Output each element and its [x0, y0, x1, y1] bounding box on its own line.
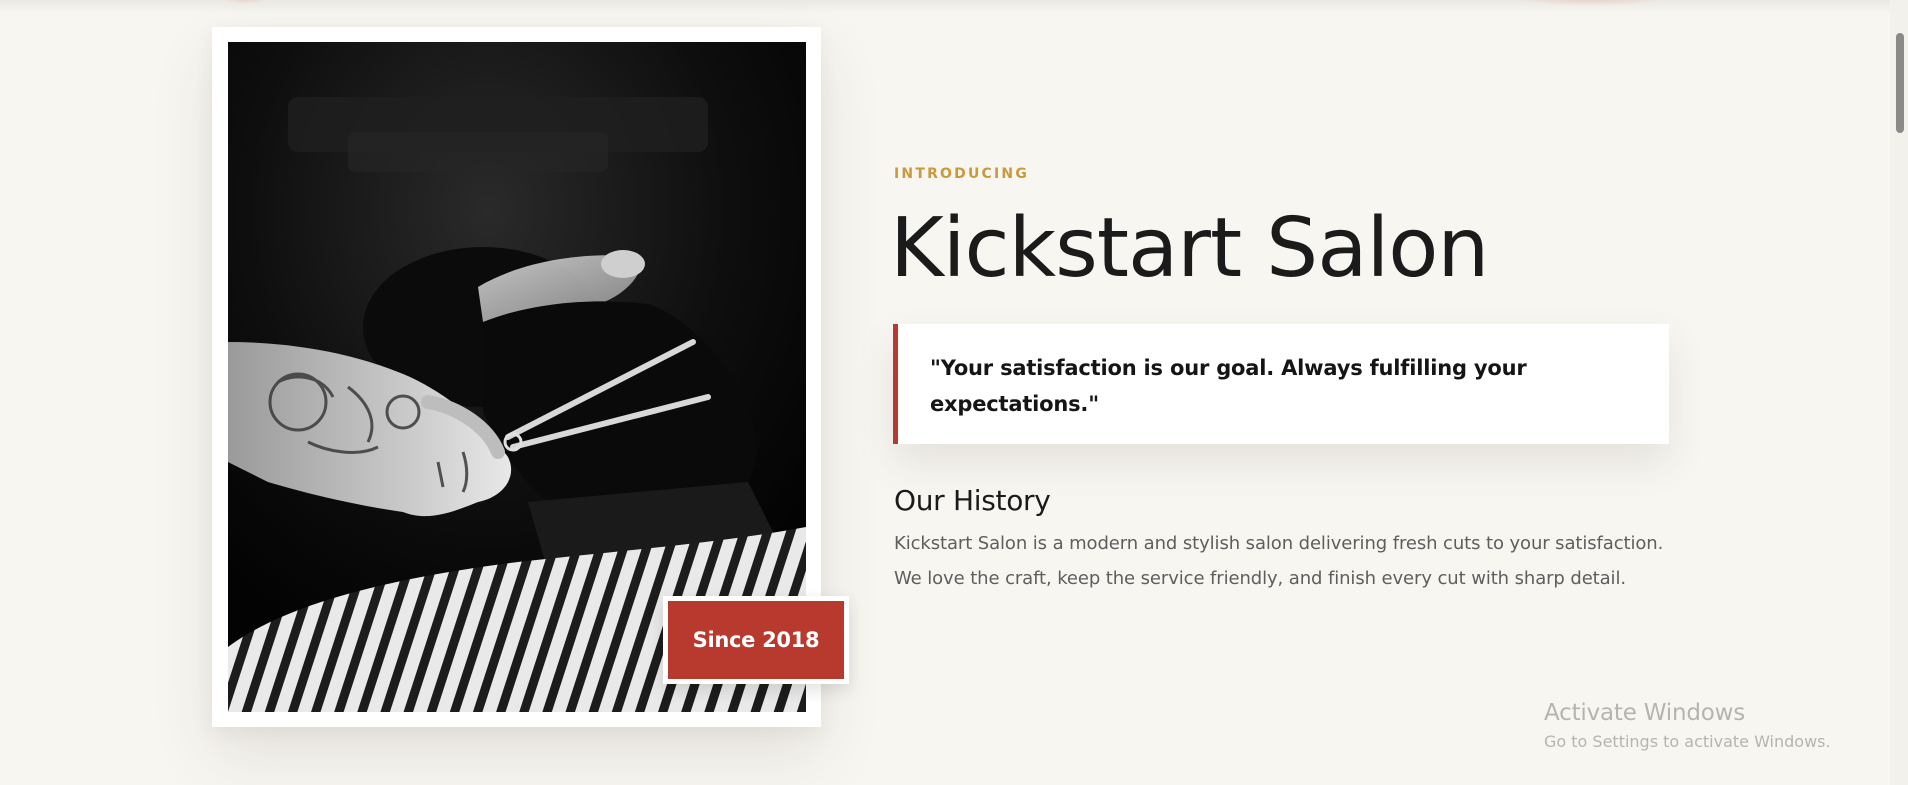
- history-line: We love the craft, keep the service frie…: [894, 568, 1626, 589]
- since-badge: Since 2018: [663, 596, 849, 684]
- section-eyebrow: INTRODUCING: [894, 166, 1030, 182]
- history-paragraph: Kickstart Salon is a modern and stylish …: [894, 526, 1664, 596]
- page-title: Kickstart Salon: [890, 201, 1489, 296]
- scrollbar-thumb[interactable]: [1896, 33, 1904, 133]
- about-section: Since 2018 INTRODUCING Kickstart Salon "…: [0, 0, 1908, 785]
- watermark-title: Activate Windows: [1544, 700, 1746, 726]
- since-badge-label: Since 2018: [668, 601, 844, 679]
- watermark-subtitle: Go to Settings to activate Windows.: [1544, 732, 1831, 751]
- quote-block: "Your satisfaction is our goal. Always f…: [893, 324, 1669, 444]
- windows-activation-watermark: Activate Windows Go to Settings to activ…: [1544, 700, 1831, 751]
- history-line: Kickstart Salon is a modern and stylish …: [894, 533, 1664, 554]
- history-heading: Our History: [894, 484, 1051, 517]
- quote-text: "Your satisfaction is our goal. Always f…: [930, 356, 1527, 416]
